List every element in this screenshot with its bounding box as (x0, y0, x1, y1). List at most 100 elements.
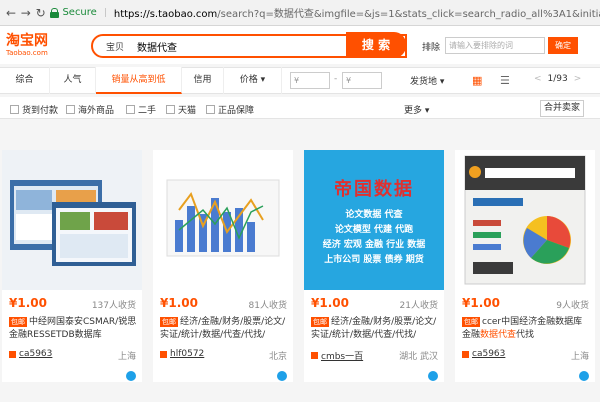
wangwang-chat-icon[interactable] (126, 371, 136, 381)
url-text[interactable]: https://s.taobao.com/search?q=数据代查&imgfi… (114, 5, 600, 20)
product-title[interactable]: 包邮 经济/金融/财务/股票/论文/实证/统计/数据/代查/代找/ (311, 316, 439, 342)
product-card[interactable]: ¥1.00 9人收货 包邮 ccer中国经济金融数据库金融数据代查代找 ca596… (455, 150, 595, 382)
title-text-end: 代找 (516, 330, 535, 340)
product-price: ¥1.00 (160, 296, 198, 310)
confirm-button[interactable]: 确定 (548, 37, 578, 54)
price-dash: - (334, 74, 338, 84)
shop-icon (311, 352, 318, 359)
search-button[interactable]: 搜 索 (346, 32, 406, 58)
product-location: 上海 (117, 352, 136, 362)
more-filters[interactable]: 更多 ▾ (404, 103, 429, 116)
product-sales: 137人收货 (91, 301, 136, 311)
tab-sales-desc[interactable]: 销量从高到低 (96, 67, 182, 94)
pager-prev-arrow[interactable]: < (534, 74, 542, 84)
logo-text-en: Taobao.com (6, 48, 48, 57)
filter-label: 货到付款 (22, 106, 59, 116)
filter-cod[interactable]: 货到付款 (10, 103, 58, 116)
filter-label: 二手 (138, 106, 157, 116)
product-sales: 21人收货 (399, 301, 438, 311)
poster-headline: 帝国数据 (334, 179, 414, 200)
product-title[interactable]: 包邮 ccer中国经济金融数据库金融数据代查代找 (462, 316, 590, 342)
product-card[interactable]: ¥1.00 137人收货 包邮 中经网国泰安CSMAR/锐思金融RESSETDB数… (2, 150, 142, 382)
shop-name: ca5963 (19, 349, 53, 359)
reload-icon[interactable]: ↻ (36, 7, 47, 19)
product-location: 湖北 武汉 (399, 352, 438, 362)
checkbox[interactable] (166, 105, 175, 114)
poster-line: 论文模型 代建 代跑 (334, 225, 414, 235)
grid-view-icon[interactable]: ▦ (472, 74, 482, 87)
product-price: ¥1.00 (462, 296, 500, 310)
product-sales: 81人收货 (248, 301, 287, 311)
merge-sellers-button[interactable]: 合并卖家 (540, 100, 584, 117)
product-price: ¥1.00 (9, 296, 47, 310)
product-image[interactable] (2, 150, 142, 290)
free-shipping-tag: 包邮 (462, 317, 480, 327)
checkbox[interactable] (10, 105, 19, 114)
wangwang-chat-icon[interactable] (277, 371, 287, 381)
checkbox[interactable] (206, 105, 215, 114)
poster-line: 经济 宏观 金融 行业 数据 (322, 240, 426, 250)
product-image[interactable]: 帝国数据 论文数据 代查 论文模型 代建 代跑 经济 宏观 金融 行业 数据 上… (304, 150, 444, 290)
book-cover-image (455, 150, 595, 290)
price-max-input[interactable]: ¥ (342, 72, 382, 89)
free-shipping-tag: 包邮 (160, 317, 178, 327)
checkbox[interactable] (126, 105, 135, 114)
filter-row: 货到付款 海外商品 二手 天猫 正品保障 更多 ▾ (0, 97, 600, 119)
tab-price[interactable]: 价格 ▾ (224, 67, 282, 94)
exclude-label: 排除 (422, 43, 441, 53)
lock-icon (50, 7, 60, 18)
search-category-select[interactable]: 宝贝 (93, 40, 137, 53)
poster-line: 论文数据 代查 (345, 210, 403, 220)
product-location: 上海 (570, 352, 589, 362)
product-image[interactable] (153, 150, 293, 290)
filter-label: 海外商品 (78, 106, 115, 116)
forward-arrow-icon[interactable]: → (21, 7, 32, 19)
price-min-input[interactable]: ¥ (290, 72, 330, 89)
data-poster-image: 帝国数据 论文数据 代查 论文模型 代建 代跑 经济 宏观 金融 行业 数据 上… (304, 150, 444, 290)
product-image[interactable] (455, 150, 595, 290)
product-card[interactable]: 帝国数据 论文数据 代查 论文模型 代建 代跑 经济 宏观 金融 行业 数据 上… (304, 150, 444, 382)
tab-popularity[interactable]: 人气 (50, 67, 96, 94)
shop-icon (462, 350, 469, 358)
filter-genuine[interactable]: 正品保障 (206, 103, 254, 116)
pager: <1/93 > (528, 74, 587, 84)
checkbox[interactable] (66, 105, 75, 114)
product-title[interactable]: 包邮 中经网国泰安CSMAR/锐思金融RESSETDB数据库 (9, 316, 137, 342)
ship-from-dropdown[interactable]: 发货地 ▾ (410, 74, 444, 87)
tab-comprehensive[interactable]: 综合 (0, 67, 50, 94)
shop-icon (9, 350, 16, 358)
title-text: 经济/金融/财务/股票/论文/实证/统计/数据/代查/代找/ (160, 317, 286, 340)
product-title[interactable]: 包邮 经济/金融/财务/股票/论文/实证/统计/数据/代查/代找/ (160, 316, 288, 342)
exclude-input[interactable]: 请输入要排除的词 (445, 37, 545, 54)
free-shipping-tag: 包邮 (311, 317, 329, 327)
pager-next-arrow[interactable]: > (574, 74, 582, 84)
browser-address-bar[interactable]: ← → ↻ Secure | https://s.taobao.com/sear… (0, 0, 600, 26)
shop-link[interactable]: hlf0572 (160, 349, 204, 359)
wangwang-chat-icon[interactable] (428, 371, 438, 381)
shop-link[interactable]: ca5963 (462, 349, 505, 359)
tab-credit[interactable]: 信用 (182, 67, 224, 94)
pager-text: 1/93 (547, 74, 568, 84)
secure-label: Secure (62, 7, 97, 18)
filter-tmall[interactable]: 天猫 (166, 103, 196, 116)
title-keyword: 数据代查 (480, 330, 517, 340)
shop-icon (160, 350, 167, 358)
shop-name: cmbs一百 (321, 352, 364, 362)
filter-secondhand[interactable]: 二手 (126, 103, 156, 116)
url-path: /search?q=数据代查&imgfile=&js=1&stats_click… (217, 9, 600, 20)
wangwang-chat-icon[interactable] (579, 371, 589, 381)
title-text: 经济/金融/财务/股票/论文/实证/统计/数据/代查/代找/ (311, 317, 437, 340)
taobao-logo[interactable]: 淘宝网 Taobao.com (0, 33, 70, 57)
product-card[interactable]: ¥1.00 81人收货 包邮 经济/金融/财务/股票/论文/实证/统计/数据/代查… (153, 150, 293, 382)
filter-overseas[interactable]: 海外商品 (66, 103, 114, 116)
shop-link[interactable]: cmbs一百 (311, 349, 363, 362)
filter-label: 天猫 (178, 106, 197, 116)
list-view-icon[interactable]: ☰ (500, 74, 510, 87)
title-text: 中经网国泰安CSMAR/锐思金融RESSETDB数据库 (9, 317, 137, 340)
back-arrow-icon[interactable]: ← (6, 7, 17, 19)
software-screenshot-image (2, 150, 142, 290)
url-host: https://s.taobao.com (113, 9, 218, 20)
shop-link[interactable]: ca5963 (9, 349, 52, 359)
filter-label: 正品保障 (218, 106, 255, 116)
shop-name: hlf0572 (170, 349, 205, 359)
